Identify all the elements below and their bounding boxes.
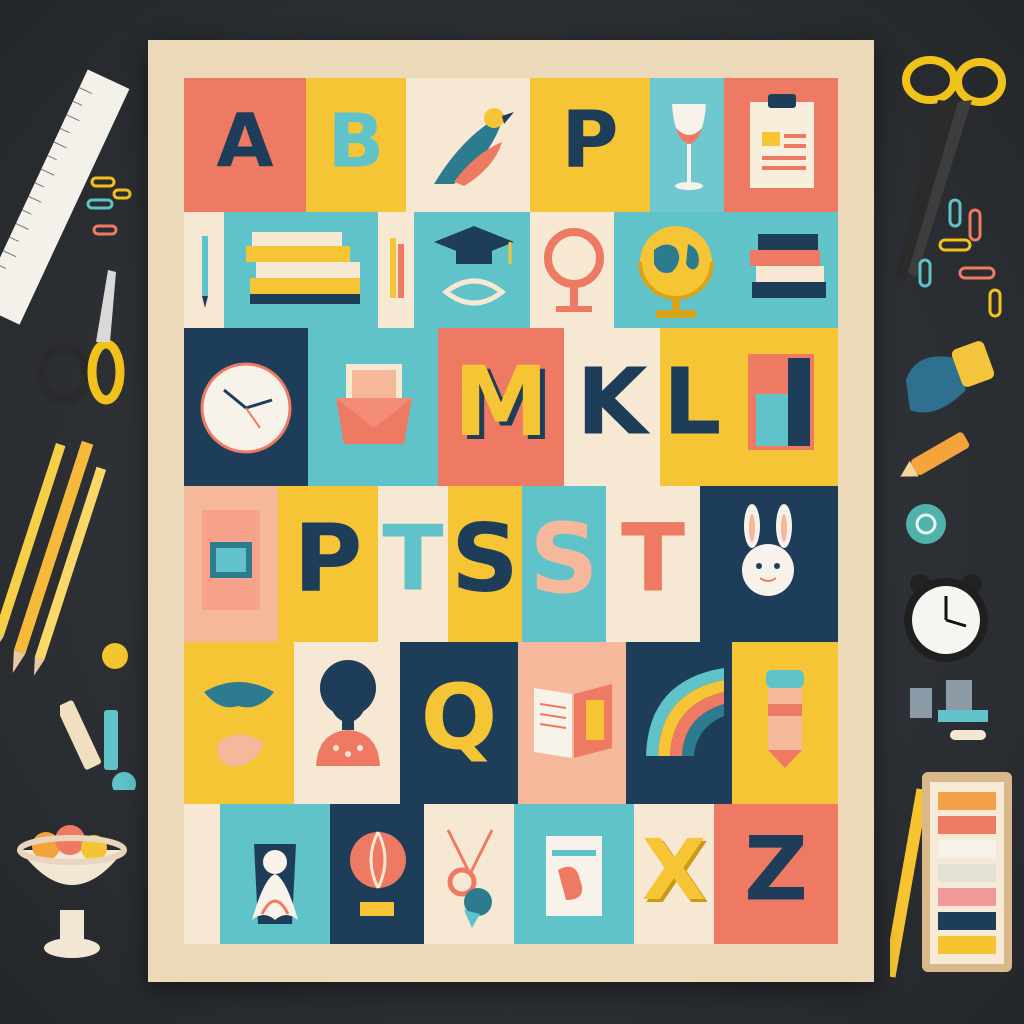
blank-tile	[184, 804, 220, 944]
clock-icon	[200, 362, 292, 454]
letter-tile: T	[606, 486, 700, 642]
letter-s: S	[451, 504, 519, 614]
clipboard-icon	[750, 94, 814, 188]
envelope-icon	[336, 364, 412, 444]
letter-tile: X	[634, 804, 714, 944]
ghost-icon	[252, 844, 298, 924]
letter-p: P	[561, 96, 619, 187]
scissors-icon	[446, 829, 494, 928]
pencil-icon	[390, 238, 404, 298]
letter-p: P	[293, 504, 363, 614]
picture-tile	[184, 486, 278, 642]
picture-tile	[700, 486, 838, 642]
poster-row-3: M K L	[184, 328, 838, 486]
picture-frame: A B P M K L P T S S T Q X Z	[148, 40, 874, 982]
picture-tile	[518, 642, 626, 804]
letter-t: T	[382, 506, 444, 612]
eraser-icon	[906, 504, 946, 544]
notebook-icon	[748, 354, 814, 450]
poster-row-4: P T S S T	[184, 486, 838, 642]
paper-clip-icon	[918, 198, 1002, 318]
letter-z: Z	[744, 817, 808, 921]
letter-m: M	[453, 346, 549, 459]
bunny-icon	[742, 504, 794, 596]
alphabet-poster: A B P M K L P T S S T Q X Z	[184, 78, 838, 944]
picture-tile	[724, 328, 838, 486]
ball-icon	[350, 831, 406, 916]
letter-tile: P	[278, 486, 378, 642]
picture-tile	[220, 804, 330, 944]
paint-palette-icon	[890, 772, 1012, 978]
wine-glass-icon	[672, 104, 706, 190]
picture-tile	[530, 212, 614, 328]
picture-tile	[724, 78, 838, 212]
picture-tile	[626, 642, 732, 804]
letter-tile: A	[184, 78, 306, 212]
pencil-icon	[202, 236, 208, 308]
fruit-bowl-icon	[17, 825, 127, 958]
picture-tile	[730, 212, 838, 328]
eraser-icon	[60, 643, 136, 790]
picture-tile	[184, 328, 308, 486]
girl-icon	[316, 660, 380, 766]
picture-tile	[308, 328, 438, 486]
letter-tile: P	[530, 78, 650, 212]
pencil-icon	[900, 432, 970, 477]
poster-row-2	[184, 212, 838, 328]
paint-palette-icon	[910, 680, 988, 740]
letter-tile: L	[660, 328, 724, 486]
letter-tile: S	[448, 486, 522, 642]
picture-tile	[414, 212, 530, 328]
letter-tile: B	[306, 78, 406, 212]
letter-tile: Z	[714, 804, 838, 944]
picture-tile	[406, 78, 530, 212]
letter-l: L	[662, 348, 722, 456]
graduation-cap-icon	[434, 226, 514, 306]
alarm-clock-icon	[904, 574, 988, 662]
letter-b: B	[327, 98, 385, 185]
picture-tile	[614, 212, 730, 328]
letter-a: A	[216, 98, 274, 185]
book-stack-icon	[750, 234, 826, 298]
picture-tile	[650, 78, 724, 212]
paint-tube-icon	[766, 670, 804, 768]
mask-icon	[204, 682, 274, 767]
poster-row-6: X Z	[184, 804, 838, 944]
letter-k: K	[576, 348, 648, 456]
picture-tile	[732, 642, 838, 804]
picture-tile	[224, 212, 378, 328]
letter-tile: T	[378, 486, 448, 642]
magnifier-icon	[544, 228, 604, 312]
picture-tile	[424, 804, 514, 944]
letter-tile: M	[438, 328, 564, 486]
scissors-icon	[37, 270, 125, 405]
notebook-icon	[202, 510, 260, 610]
letter-tile: S	[522, 486, 606, 642]
letter-t: T	[620, 504, 686, 614]
picture-tile	[184, 642, 294, 804]
picture-tile	[330, 804, 424, 944]
picture-tile	[184, 212, 224, 328]
letter-tile: Q	[400, 642, 518, 804]
picture-tile	[378, 212, 414, 328]
picture-tile	[514, 804, 634, 944]
picture-tile	[294, 642, 400, 804]
books-icon	[246, 232, 360, 304]
rainbow-icon	[646, 668, 724, 756]
poster-row-5: Q	[184, 642, 838, 804]
letter-q: Q	[420, 665, 498, 771]
letter-x: X	[641, 820, 707, 919]
notebook-icon	[546, 836, 602, 916]
paper-clip-icon	[86, 176, 132, 236]
poster-row-1: A B P	[184, 78, 838, 212]
letter-s: S	[529, 503, 599, 616]
letter-tile: K	[564, 328, 660, 486]
globe-icon	[638, 226, 714, 318]
bird-icon	[434, 108, 514, 186]
open-book-icon	[534, 684, 612, 758]
